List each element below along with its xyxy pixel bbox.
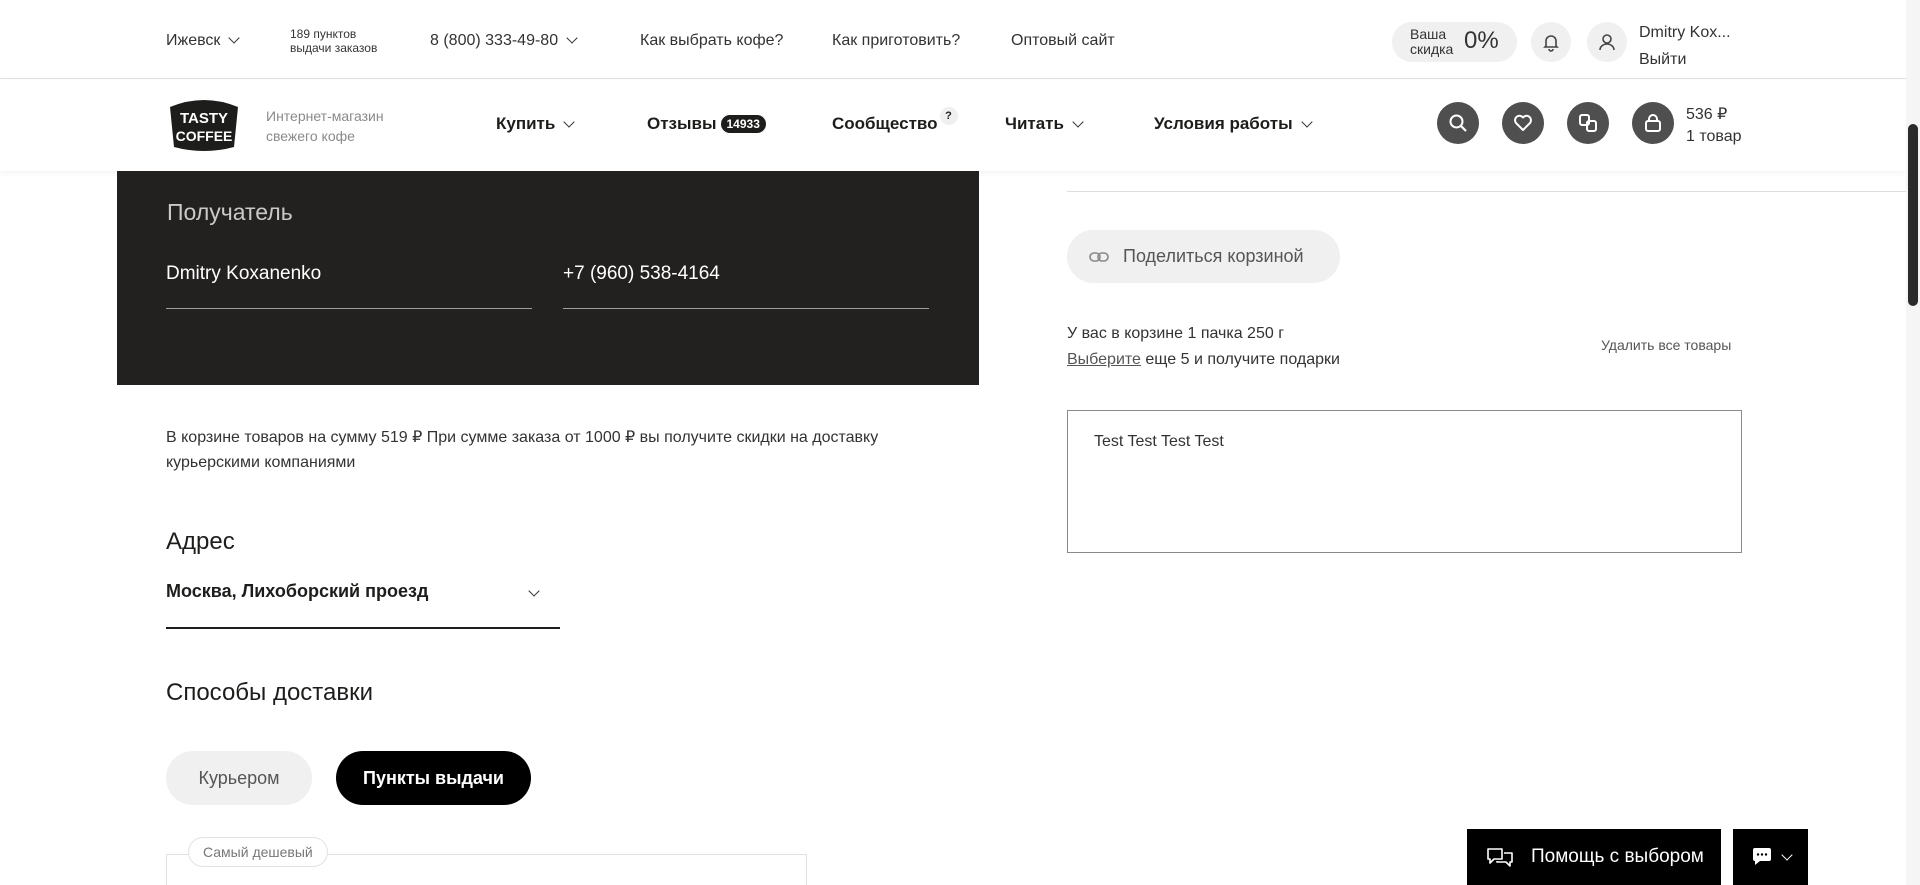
favorites-button[interactable] [1502, 102, 1544, 144]
tagline-line1: Интернет-магазин [266, 108, 384, 124]
main-header: TASTY COFFEE Интернет-магазин свежего ко… [0, 80, 1906, 171]
discount-label-line2: скидка [1410, 41, 1454, 57]
divider [1067, 191, 1906, 192]
search-button[interactable] [1437, 102, 1479, 144]
compare-button[interactable] [1567, 102, 1609, 144]
cart-gift-text: еще 5 и получите подарки [1140, 351, 1340, 368]
nav-reviews[interactable]: Отзывы 14933 [647, 114, 766, 134]
pickup-points-count: 189 пунктов [290, 27, 357, 41]
chat-bubbles-icon [1487, 848, 1513, 867]
logo-text-line2: COFFEE [176, 128, 233, 144]
top-bar: Ижевск 189 пунктов выдачи заказов 8 (800… [0, 0, 1906, 79]
nav-reviews-label: Отзывы [647, 114, 717, 133]
profile-button[interactable] [1587, 22, 1627, 62]
chevron-down-icon [1072, 116, 1084, 128]
logo-text-line1: TASTY [180, 110, 228, 127]
link-how-prepare[interactable]: Как приготовить? [832, 32, 960, 50]
discount-label-line1: Ваша [1410, 26, 1447, 42]
delete-all-button[interactable]: Удалить все товары [1601, 337, 1731, 353]
cheapest-tag: Самый дешевый [188, 837, 328, 867]
recipient-section: Получатель Dmitry Koxanenko +7 (960) 538… [117, 171, 979, 385]
nav-buy-label: Купить [496, 114, 556, 133]
help-choose-button[interactable]: Помощь с выбором [1467, 829, 1721, 885]
logout-link[interactable]: Выйти [1639, 46, 1731, 73]
city-label: Ижевск [166, 32, 221, 49]
address-value: Москва, Лихоборский проезд [166, 581, 429, 601]
heart-icon [1514, 114, 1532, 131]
order-comment-textarea[interactable]: Test Test Test Test [1067, 410, 1742, 553]
nav-community-label: Сообщество [832, 114, 938, 133]
chevron-down-icon [228, 32, 241, 44]
recipient-phone-value: +7 (960) 538-4164 [563, 263, 720, 284]
nav-read-label: Читать [1005, 114, 1064, 133]
cart-button[interactable] [1632, 102, 1674, 144]
reviews-count-badge: 14933 [720, 115, 766, 133]
chevron-down-icon [528, 585, 540, 597]
user-icon [1599, 34, 1615, 51]
search-icon [1449, 114, 1467, 132]
tasty-coffee-logo[interactable]: TASTY COFFEE [166, 97, 242, 153]
user-menu: Dmitry Kox... Выйти [1639, 19, 1731, 73]
link-icon [1089, 251, 1109, 262]
tagline-line2: свежего кофе [266, 128, 355, 144]
discount-value: 0% [1464, 27, 1499, 54]
delivery-discount-notice: В корзине товаров на сумму 519 ₽ При сум… [166, 429, 879, 471]
user-name[interactable]: Dmitry Kox... [1639, 19, 1731, 46]
delivery-option-pickup[interactable]: Пункты выдачи [336, 751, 531, 805]
link-wholesale[interactable]: Оптовый сайт [1011, 32, 1115, 50]
pickup-points-sub: выдачи заказов [290, 41, 378, 55]
nav-buy[interactable]: Купить [496, 114, 575, 134]
scrollbar-thumb[interactable] [1908, 124, 1918, 306]
cart-gift-line: Выберите еще 5 и получите подарки [1067, 347, 1340, 373]
chat-icon [1752, 848, 1771, 865]
discount-badge[interactable]: Ваша скидка 0% [1392, 22, 1517, 62]
help-choose-label: Помощь с выбором [1531, 846, 1704, 867]
nav-terms-label: Условия работы [1154, 114, 1293, 133]
city-selector[interactable]: Ижевск [166, 32, 241, 50]
phone-number: 8 (800) 333-49-80 [430, 32, 559, 49]
share-cart-button[interactable]: Поделиться корзиной [1067, 230, 1340, 283]
cart-status: У вас в корзине 1 пачка 250 г Выберите е… [1067, 321, 1340, 373]
order-comment-value: Test Test Test Test [1094, 433, 1224, 450]
delivery-methods-title: Способы доставки [166, 679, 374, 706]
address-select[interactable]: Москва, Лихоборский проезд [166, 573, 560, 629]
cart-status-line: У вас в корзине 1 пачка 250 г [1067, 325, 1285, 342]
cart-summary[interactable]: 536 ₽ 1 товар [1686, 104, 1742, 148]
community-hint-icon[interactable]: ? [939, 107, 958, 125]
compare-icon [1579, 114, 1597, 132]
nav-terms[interactable]: Условия работы [1154, 114, 1313, 134]
discount-label: Ваша скидка [1410, 27, 1453, 57]
delivery-option-courier[interactable]: Курьером [166, 751, 312, 805]
chat-widget-button[interactable] [1733, 829, 1808, 885]
nav-community[interactable]: Сообщество? [832, 107, 958, 135]
chevron-down-icon [566, 32, 578, 44]
chevron-down-icon [1300, 116, 1313, 128]
chevron-down-icon [1780, 849, 1793, 861]
bag-icon [1645, 114, 1661, 132]
phone-selector[interactable]: 8 (800) 333-49-80 [430, 32, 578, 50]
notifications-button[interactable] [1531, 22, 1571, 62]
recipient-phone-field[interactable]: +7 (960) 538-4164 [563, 263, 929, 309]
recipient-title: Получатель [167, 199, 293, 225]
chevron-down-icon [563, 116, 575, 128]
cart-count: 1 товар [1686, 128, 1742, 145]
recipient-name-field[interactable]: Dmitry Koxanenko [166, 263, 532, 309]
tagline: Интернет-магазин свежего кофе [266, 106, 384, 146]
nav-read[interactable]: Читать [1005, 114, 1084, 134]
choose-link[interactable]: Выберите [1067, 351, 1141, 368]
bell-icon [1543, 35, 1559, 52]
address-title: Адрес [166, 528, 235, 555]
recipient-name-value: Dmitry Koxanenko [166, 263, 322, 284]
link-how-choose-coffee[interactable]: Как выбрать кофе? [640, 32, 783, 50]
share-cart-label: Поделиться корзиной [1123, 246, 1304, 266]
cart-total: 536 ₽ [1686, 106, 1728, 123]
pickup-points-link[interactable]: 189 пунктов выдачи заказов [290, 27, 377, 55]
